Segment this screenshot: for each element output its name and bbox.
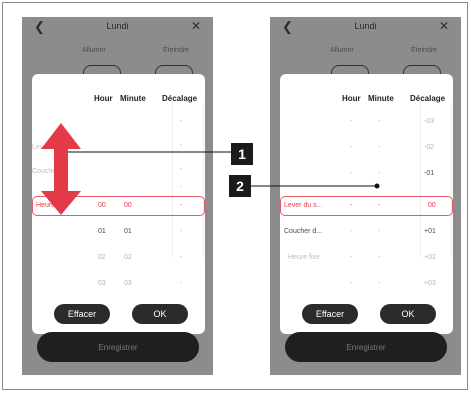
callout-2-badge: 2	[229, 175, 251, 197]
callout-1-badge: 1	[231, 143, 253, 165]
annotation-overlay	[41, 123, 380, 215]
callout-2-dot	[374, 183, 380, 189]
figure-frame: ❮ Lundi ✕ Allumer Éteindre Hour Minute D…	[2, 2, 468, 390]
scroll-arrow-icon	[41, 123, 81, 215]
